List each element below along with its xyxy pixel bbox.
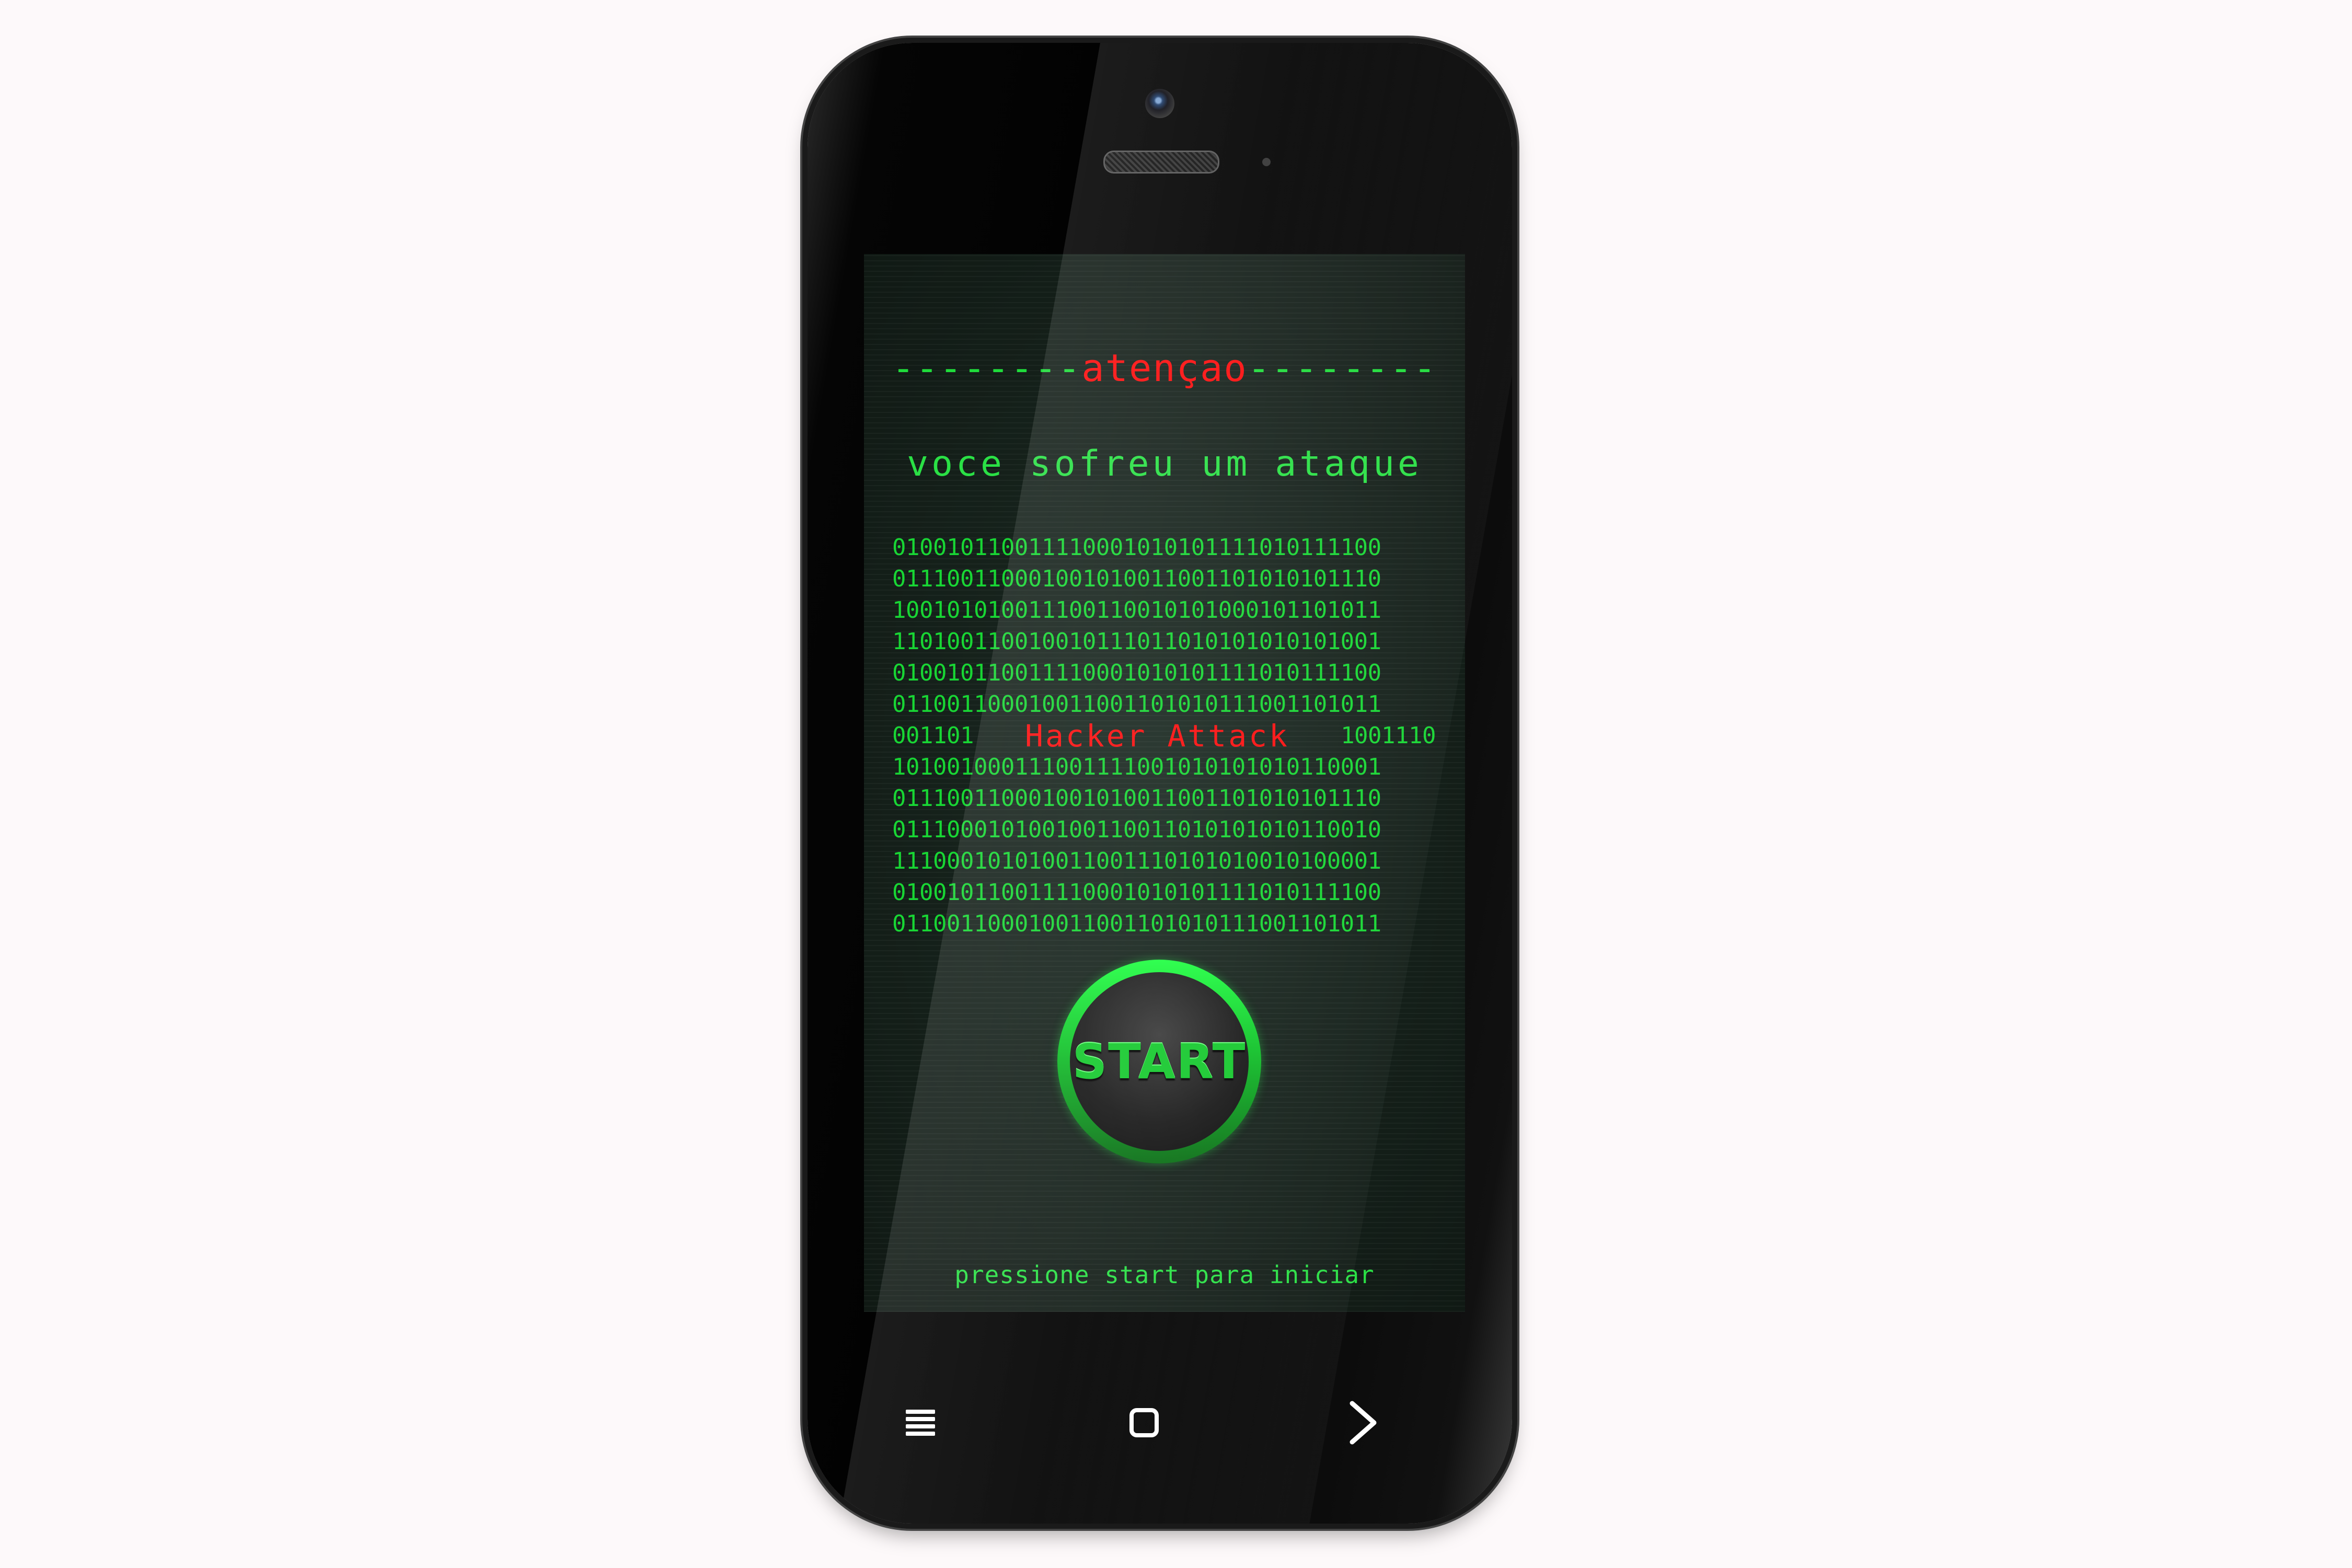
front-camera (1145, 89, 1174, 118)
hacker-attack-label: Hacker Attack (1025, 718, 1289, 754)
binary-line: 011001100010011001101010111001101011 (892, 689, 1436, 720)
start-instruction: pressione start para iniciar (954, 1261, 1375, 1289)
binary-line: 011100010100100110011010101010110010 (892, 814, 1436, 846)
binary-text: 100101010011100110010101000101101011 (892, 597, 1381, 624)
binary-text: 011100110001001010011001101010101110 (892, 785, 1381, 812)
header-dashes-right: -------- (1247, 346, 1437, 390)
binary-line: 010010110011110001010101111010111100 (892, 658, 1436, 689)
warning-header: --------atençao-------- (864, 346, 1465, 390)
menu-lines-icon (906, 1406, 935, 1439)
start-button[interactable]: START (1057, 960, 1261, 1163)
binary-text: 011100010100100110011010101010110010 (892, 816, 1381, 843)
binary-text: 011001100010011001101010111001101011 (892, 910, 1381, 937)
chevron-right-icon[interactable] (1331, 1391, 1394, 1454)
chevron-right-glyph (1350, 1401, 1377, 1445)
header-warning-word: atençao (1081, 346, 1248, 390)
binary-text: 010010110011110001010101111010111100 (892, 660, 1381, 686)
binary-line: 101001000111001111001010101010110001 (892, 752, 1436, 783)
binary-text: 011100110001001010011001101010101110 (892, 566, 1381, 592)
binary-text: 1001110 (1341, 722, 1436, 749)
proximity-sensor (1262, 158, 1271, 166)
binary-text: 010010110011110001010101111010111100 (892, 534, 1381, 561)
menu-icon[interactable] (889, 1391, 952, 1454)
attack-message: voce sofreu um ataque (907, 443, 1422, 485)
start-button-label: START (1072, 1033, 1247, 1090)
phone-frame: --------atençao-------- voce sofreu um a… (808, 43, 1512, 1524)
binary-line: 010010110011110001010101111010111100 (892, 532, 1436, 563)
home-icon[interactable] (1113, 1391, 1175, 1454)
binary-line: 011001100010011001101010111001101011 (892, 908, 1436, 940)
binary-line: 100101010011100110010101000101101011 (892, 595, 1436, 626)
earpiece-speaker (1103, 151, 1219, 174)
binary-line: 110100110010010111011010101010101001 (892, 626, 1436, 658)
binary-text: 110100110010010111011010101010101001 (892, 628, 1381, 655)
binary-text: 011001100010011001101010111001101011 (892, 691, 1381, 718)
binary-line: 011100110001001010011001101010101110 (892, 783, 1436, 814)
binary-line: 011100110001001010011001101010101110 (892, 563, 1436, 595)
start-button-face[interactable]: START (1070, 972, 1249, 1151)
binary-line: 111000101010011001110101010010100001 (892, 846, 1436, 877)
binary-text: 111000101010011001110101010010100001 (892, 848, 1381, 874)
binary-block: 010010110011110001010101111010111100 011… (892, 532, 1436, 940)
binary-text: 101001000111001111001010101010110001 (892, 754, 1381, 780)
binary-text: 010010110011110001010101111010111100 (892, 879, 1381, 906)
binary-text: 001101 (892, 722, 974, 749)
home-square-icon (1129, 1408, 1159, 1437)
header-dashes-left: -------- (892, 346, 1082, 390)
hacker-attack-line: 001101 Hacker Attack 1001110 (892, 720, 1436, 752)
app-screen: --------atençao-------- voce sofreu um a… (864, 254, 1465, 1312)
binary-line: 010010110011110001010101111010111100 (892, 877, 1436, 908)
